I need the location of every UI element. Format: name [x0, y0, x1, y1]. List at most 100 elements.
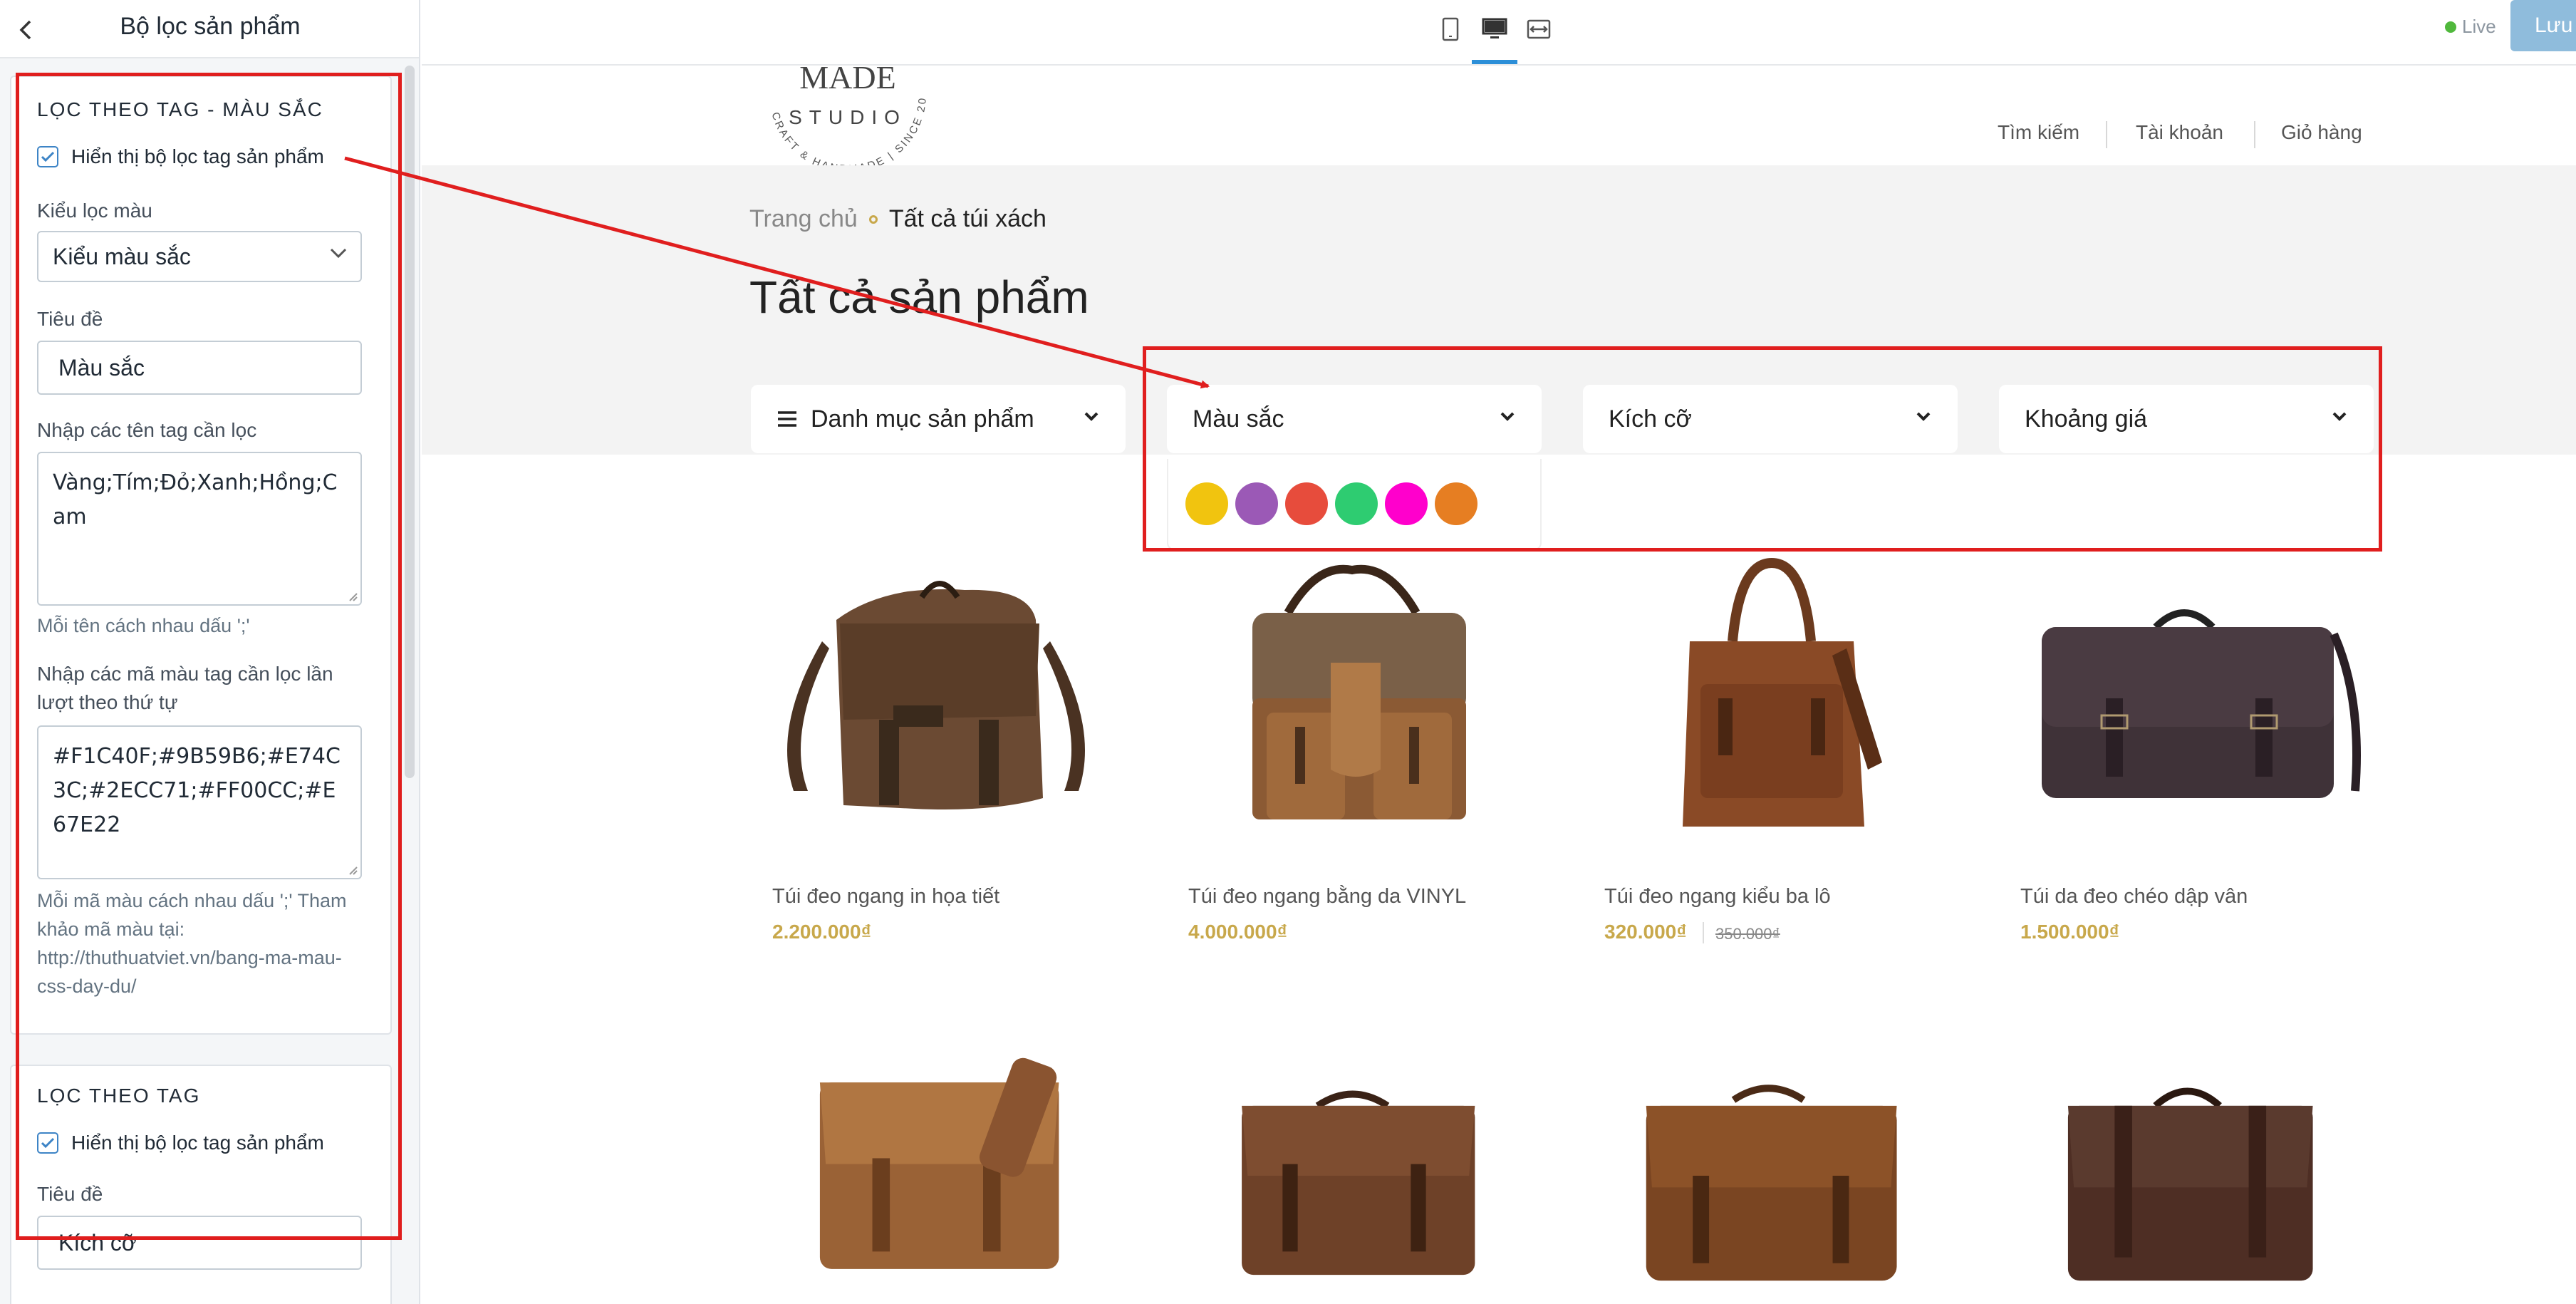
tag-title-label: Tiêu đề — [37, 1183, 103, 1205]
product-price: 4.000.000₫ — [1188, 921, 1287, 943]
show-tag-filter-row[interactable]: Hiển thị bộ lọc tag sản phẩm — [37, 1132, 324, 1154]
nav-divider — [2254, 121, 2255, 148]
breadcrumb-home-link[interactable]: Trang chủ — [749, 205, 858, 233]
product-image[interactable] — [1999, 1047, 2374, 1304]
product-image[interactable] — [1999, 556, 2374, 869]
product-image[interactable] — [1583, 1047, 1958, 1304]
tag-filter-section: LỌC THEO TAG Hiển thị bộ lọc tag sản phẩ… — [10, 1065, 392, 1304]
site-header: MADE STUDIO CRAFT & HANDMADE | SINCE 201… — [422, 44, 2576, 175]
product-price: 2.200.000₫ — [772, 921, 871, 943]
filter-color-label: Màu sắc — [1193, 405, 1284, 433]
codes-help: Mỗi mã màu cách nhau dấu ';' Tham khảo m… — [37, 890, 347, 997]
product-card[interactable]: Túi da đeo chéo dập vân 1.500.000₫ — [1999, 556, 2374, 955]
show-color-filter-label: Hiển thị bộ lọc tag sản phẩm — [71, 145, 324, 167]
nav-divider — [2106, 121, 2107, 148]
product-card[interactable]: Túi đeo ngang kiểu ba lô 320.000₫ 350.00… — [1583, 556, 1958, 955]
checkmark-icon — [41, 151, 55, 162]
show-color-filter-checkbox[interactable] — [37, 146, 58, 167]
product-name[interactable]: Túi đeo ngang in họa tiết — [772, 885, 999, 909]
menu-icon — [778, 411, 796, 427]
tag-title-input[interactable]: Kích cỡ — [37, 1216, 362, 1270]
filter-price-label: Khoảng giá — [2025, 405, 2148, 433]
page-title: Tất cả sản phẩm — [749, 271, 1089, 323]
product-card[interactable] — [1999, 1047, 2374, 1304]
product-card[interactable] — [1167, 1047, 1542, 1304]
show-color-filter-row[interactable]: Hiển thị bộ lọc tag sản phẩm — [37, 145, 324, 168]
live-status: Live — [2445, 16, 2496, 38]
resize-grip-icon[interactable] — [346, 590, 358, 601]
tags-value: Vàng;Tím;Đỏ;Xanh;Hồng;Cam — [53, 470, 338, 529]
product-card[interactable]: Túi đeo ngang in họa tiết 2.200.000₫ — [751, 556, 1126, 955]
filter-size-label: Kích cỡ — [1609, 405, 1692, 433]
color-filter-section: LỌC THEO TAG - MÀU SẮC Hiển thị bộ lọc t… — [10, 76, 392, 1035]
live-label: Live — [2462, 16, 2496, 37]
product-price: 1.500.000₫ — [2020, 921, 2119, 943]
filter-category-label: Danh mục sản phẩm — [811, 405, 1034, 433]
breadcrumb-current: Tất cả túi xách — [888, 205, 1046, 232]
fullwidth-icon — [1527, 19, 1551, 39]
codes-label: Nhập các mã màu tag cần lọc lần lượt the… — [37, 663, 333, 713]
color-swatch-panel — [1167, 459, 1542, 550]
active-device-indicator — [1472, 60, 1517, 64]
save-button[interactable]: Lưu — [2510, 0, 2576, 51]
resize-grip-icon[interactable] — [346, 864, 358, 875]
sidebar-scrollbar[interactable] — [405, 66, 415, 778]
product-image[interactable] — [1167, 1047, 1542, 1304]
color-section-heading: LỌC THEO TAG - MÀU SẮC — [37, 98, 323, 120]
store-preview: Live Lưu MADE STUDIO CRAFT & HANDMADE | … — [422, 0, 2576, 1304]
chevron-down-icon — [1916, 412, 1931, 421]
product-image[interactable] — [1167, 556, 1542, 869]
product-card[interactable] — [751, 1047, 1126, 1304]
show-tag-filter-label: Hiển thị bộ lọc tag sản phẩm — [71, 1132, 324, 1154]
color-style-value: Kiểu màu sắc — [53, 244, 191, 269]
nav-search-link[interactable]: Tìm kiếm — [1998, 121, 2079, 144]
product-image[interactable] — [1583, 556, 1958, 869]
tag-section-heading: LỌC THEO TAG — [37, 1085, 201, 1107]
price-divider — [1703, 922, 1704, 943]
color-swatch[interactable] — [1185, 482, 1228, 525]
desktop-view-button[interactable] — [1476, 13, 1513, 46]
codes-value: #F1C40F;#9B59B6;#E74C3C;#2ECC71;#FF00CC;… — [53, 744, 341, 837]
title-label: Tiêu đề — [37, 308, 103, 330]
product-name[interactable]: Túi đeo ngang bằng da VINYL — [1188, 885, 1466, 909]
breadcrumb-separator-icon — [868, 214, 878, 224]
color-swatch[interactable] — [1285, 482, 1328, 525]
color-swatch[interactable] — [1235, 482, 1278, 525]
filter-color-dropdown[interactable]: Màu sắc — [1167, 385, 1542, 453]
product-image[interactable] — [751, 556, 1126, 869]
filter-size-dropdown[interactable]: Kích cỡ — [1583, 385, 1958, 453]
sidebar-header: Bộ lọc sản phẩm — [0, 0, 419, 58]
product-card[interactable] — [1583, 1047, 1958, 1304]
chevron-down-icon — [2332, 412, 2347, 421]
mobile-view-button[interactable] — [1432, 13, 1469, 46]
filter-category-dropdown[interactable]: Danh mục sản phẩm — [751, 385, 1126, 453]
color-style-label: Kiểu lọc màu — [37, 200, 152, 222]
nav-account-link[interactable]: Tài khoản — [2136, 121, 2223, 144]
tags-help: Mỗi tên cách nhau dấu ';' — [37, 615, 250, 636]
fullwidth-view-button[interactable] — [1520, 13, 1557, 46]
chevron-down-icon — [330, 248, 347, 259]
color-style-select[interactable]: Kiểu màu sắc — [37, 231, 362, 282]
show-tag-filter-checkbox[interactable] — [37, 1132, 58, 1154]
color-swatch[interactable] — [1385, 482, 1428, 525]
editor-topbar: Live Lưu — [422, 0, 2576, 66]
checkmark-icon — [41, 1137, 55, 1149]
product-card[interactable]: Túi đeo ngang bằng da VINYL 4.000.000₫ — [1167, 556, 1542, 955]
product-image[interactable] — [751, 1047, 1126, 1304]
tags-textarea[interactable]: Vàng;Tím;Đỏ;Xanh;Hồng;Cam — [37, 452, 362, 606]
title-input[interactable]: Màu sắc — [37, 341, 362, 395]
breadcrumb: Trang chủ Tất cả túi xách — [749, 205, 1046, 233]
settings-sidebar: Bộ lọc sản phẩm LỌC THEO TAG - MÀU SẮC H… — [0, 0, 420, 1304]
color-swatch[interactable] — [1335, 482, 1378, 525]
nav-cart-link[interactable]: Giỏ hàng — [2281, 121, 2362, 144]
codes-textarea[interactable]: #F1C40F;#9B59B6;#E74C3C;#2ECC71;#FF00CC;… — [37, 725, 362, 879]
sidebar-title: Bộ lọc sản phẩm — [120, 13, 301, 40]
product-price: 320.000₫ — [1604, 921, 1687, 943]
color-swatch[interactable] — [1435, 482, 1477, 525]
desktop-icon — [1482, 18, 1507, 38]
product-name[interactable]: Túi đeo ngang kiểu ba lô — [1604, 885, 1831, 909]
filter-price-dropdown[interactable]: Khoảng giá — [1999, 385, 2374, 453]
tags-label: Nhập các tên tag cần lọc — [37, 419, 257, 441]
chevron-down-icon — [1500, 412, 1515, 421]
product-name[interactable]: Túi da đeo chéo dập vân — [2020, 885, 2248, 909]
